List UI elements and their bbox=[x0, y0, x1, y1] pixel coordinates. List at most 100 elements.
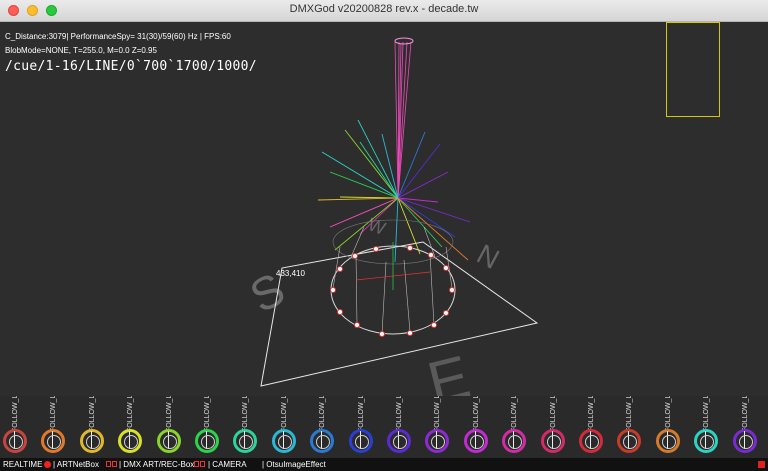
fixture-tile[interactable]: FOLLOW_LB|17 bbox=[653, 396, 691, 458]
fixture-label: FOLLOW_LB|7 bbox=[279, 396, 288, 432]
fixture-tile[interactable]: FOLLOW_LB|13 bbox=[499, 396, 537, 458]
fixture-label-text: FOLLOW_LB|14 bbox=[549, 396, 557, 432]
fixture-tile[interactable]: FOLLOW_LB|9 bbox=[346, 396, 384, 458]
fixture-dial-icon[interactable] bbox=[195, 429, 219, 453]
fixture-label: FOLLOW_LB|12 bbox=[471, 396, 480, 432]
fixture-tile[interactable]: FOLLOW_LB|5 bbox=[192, 396, 230, 458]
fixture-dial-icon[interactable] bbox=[579, 429, 603, 453]
fixture-tile[interactable]: FOLLOW_LB|8 bbox=[307, 396, 345, 458]
cursor-coordinate: 433,410 bbox=[276, 269, 305, 278]
fixture-tile[interactable]: FOLLOW_LB|4 bbox=[154, 396, 192, 458]
fixture-label-text: FOLLOW_LB|6 bbox=[242, 396, 250, 432]
fixture-label: FOLLOW_LB|11 bbox=[432, 396, 442, 432]
fixture-label-text: FOLLOW_LB|17 bbox=[664, 396, 672, 432]
fixture-dial-icon[interactable] bbox=[617, 429, 642, 453]
fixture-label-text: FOLLOW_LB|2 bbox=[88, 396, 96, 432]
app-window: DMXGod v20200828 rev.x - decade.tw S E N… bbox=[0, 0, 768, 471]
fixture-dial-icon[interactable] bbox=[3, 429, 27, 453]
fixture-label-text: FOLLOW_LB|3 bbox=[127, 396, 135, 432]
fixture-label-text: FOLLOW_LB|10 bbox=[396, 396, 403, 432]
dmx-box-label: | DMX ART/REC-Box bbox=[119, 460, 195, 469]
realtime-record-icon[interactable] bbox=[44, 461, 51, 468]
fixture-dial-icon[interactable] bbox=[732, 429, 757, 453]
fixture-dial-icon[interactable] bbox=[655, 429, 680, 453]
fixture-label: FOLLOW_LB|13 bbox=[509, 396, 518, 432]
effect-label[interactable]: | OtsuImageEffect bbox=[262, 458, 326, 471]
fixture-dial-icon[interactable] bbox=[156, 429, 181, 453]
fixture-tile[interactable]: FOLLOW_LB|1 bbox=[38, 396, 76, 458]
minimap-frame[interactable] bbox=[666, 22, 720, 117]
fixture-label-text: FOLLOW_LB|7 bbox=[280, 396, 288, 432]
fixture-label: FOLLOW_LB|4 bbox=[164, 396, 173, 432]
fixture-label-text: FOLLOW_LB|15 bbox=[588, 396, 595, 432]
fixture-dial-icon[interactable] bbox=[271, 429, 296, 453]
fixture-label-text: FOLLOW_LB|9 bbox=[357, 396, 365, 432]
stop-icon[interactable] bbox=[758, 461, 765, 468]
fixture-tile[interactable]: FOLLOW_LB|6 bbox=[230, 396, 268, 458]
fixture-rods bbox=[332, 226, 453, 335]
3d-viewport[interactable]: S E N W C_Distance:3079| PerformanceSpy=… bbox=[0, 22, 768, 423]
fixture-label: FOLLOW_LB|1 bbox=[48, 396, 57, 432]
fixture-dial-icon[interactable] bbox=[694, 429, 719, 453]
window-title: DMXGod v20200828 rev.x - decade.tw bbox=[289, 3, 479, 15]
fixture-tile[interactable]: FOLLOW_LB|10 bbox=[384, 396, 422, 458]
fixture-label-text: FOLLOW_LB|12 bbox=[472, 396, 480, 432]
camera-label[interactable]: | CAMERA bbox=[208, 458, 247, 471]
cue-path: /cue/1-16/LINE/0`700`1700/1000/ bbox=[5, 59, 257, 74]
fixture-label: FOLLOW_LB|19 bbox=[740, 396, 749, 432]
fixture-dial-icon[interactable] bbox=[118, 429, 143, 453]
fixture-label: FOLLOW_LB|16 bbox=[624, 396, 633, 432]
fixture-tile[interactable]: FOLLOW_LB|12 bbox=[461, 396, 499, 458]
fixture-label: FOLLOW_LB|17 bbox=[663, 396, 672, 432]
dmx-status-icon-2[interactable] bbox=[200, 461, 205, 467]
artnet-label: | ARTNetBox bbox=[53, 460, 99, 469]
fixture-label-text: FOLLOW_LB|0 bbox=[12, 396, 19, 432]
fixture-dial-icon[interactable] bbox=[540, 429, 565, 453]
fixture-label-text: FOLLOW_LB|18 bbox=[703, 396, 711, 432]
fixture-tile[interactable]: FOLLOW_LB|3 bbox=[115, 396, 153, 458]
beam-fan bbox=[317, 119, 471, 263]
fixture-label-text: FOLLOW_LB|8 bbox=[319, 396, 327, 432]
fixture-dial-icon[interactable] bbox=[502, 429, 527, 453]
fixture-label: FOLLOW_LB|5 bbox=[202, 396, 211, 432]
fixture-label: FOLLOW_LB|3 bbox=[125, 396, 135, 432]
fixture-label-text: FOLLOW_LB|11 bbox=[434, 396, 442, 432]
fixture-dial-icon[interactable] bbox=[41, 429, 66, 453]
status-bar: REALTIME | ARTNetBox | DMX ART/REC-Box |… bbox=[0, 458, 768, 471]
fixture-label: FOLLOW_LB|0 bbox=[10, 396, 19, 432]
fixture-tile[interactable]: FOLLOW_LB|0 bbox=[0, 396, 38, 458]
fixture-label: FOLLOW_LB|6 bbox=[240, 396, 250, 432]
title-bar[interactable]: DMXGod v20200828 rev.x - decade.tw bbox=[0, 0, 768, 22]
fixture-dial-icon[interactable] bbox=[387, 429, 411, 453]
fixture-label-text: FOLLOW_LB|5 bbox=[204, 396, 211, 432]
fixture-dial-icon[interactable] bbox=[310, 429, 335, 453]
beam-top-ring bbox=[394, 37, 414, 45]
fixture-tile[interactable]: FOLLOW_LB|16 bbox=[614, 396, 652, 458]
realtime-label: REALTIME bbox=[3, 460, 43, 469]
fixture-label: FOLLOW_LB|10 bbox=[394, 396, 403, 432]
fixture-dial-icon[interactable] bbox=[425, 429, 450, 453]
fixture-label: FOLLOW_LB|9 bbox=[356, 396, 365, 432]
fixture-tile[interactable]: FOLLOW_LB|2 bbox=[77, 396, 115, 458]
fixture-tile[interactable]: FOLLOW_LB|7 bbox=[269, 396, 307, 458]
dmx-status-icon-1[interactable] bbox=[194, 461, 199, 467]
artnet-status-icon-1[interactable] bbox=[106, 461, 111, 467]
performance-readout: C_Distance:3079| PerformanceSpy= 31(30)/… bbox=[5, 32, 231, 41]
artnet-status-icon-2[interactable] bbox=[112, 461, 117, 467]
fixture-dial-icon[interactable] bbox=[348, 429, 373, 453]
fixture-label: FOLLOW_LB|14 bbox=[548, 396, 557, 432]
fixture-tile[interactable]: FOLLOW_LB|18 bbox=[691, 396, 729, 458]
fixture-dial-icon[interactable] bbox=[233, 429, 258, 453]
compass-north: N bbox=[472, 238, 504, 275]
fixture-tile[interactable]: FOLLOW_LB|15 bbox=[576, 396, 614, 458]
fixture-label: FOLLOW_LB|15 bbox=[586, 396, 595, 432]
fixture-tile[interactable]: FOLLOW_LB|14 bbox=[538, 396, 576, 458]
fixture-strip: FOLLOW_LB|0 FOLLOW_LB|1 FOLLOW_LB|2 FOLLOW_… bbox=[0, 396, 768, 458]
beam-cone bbox=[394, 41, 412, 199]
fixture-tile[interactable]: FOLLOW_LB|19 bbox=[730, 396, 768, 458]
fixture-dial-icon[interactable] bbox=[463, 429, 488, 453]
fixture-tile[interactable]: FOLLOW_LB|11 bbox=[422, 396, 460, 458]
fixture-dial-icon[interactable] bbox=[79, 429, 104, 453]
fixture-label: FOLLOW_LB|2 bbox=[87, 396, 96, 432]
stage-scene[interactable]: S E N W bbox=[0, 22, 768, 423]
